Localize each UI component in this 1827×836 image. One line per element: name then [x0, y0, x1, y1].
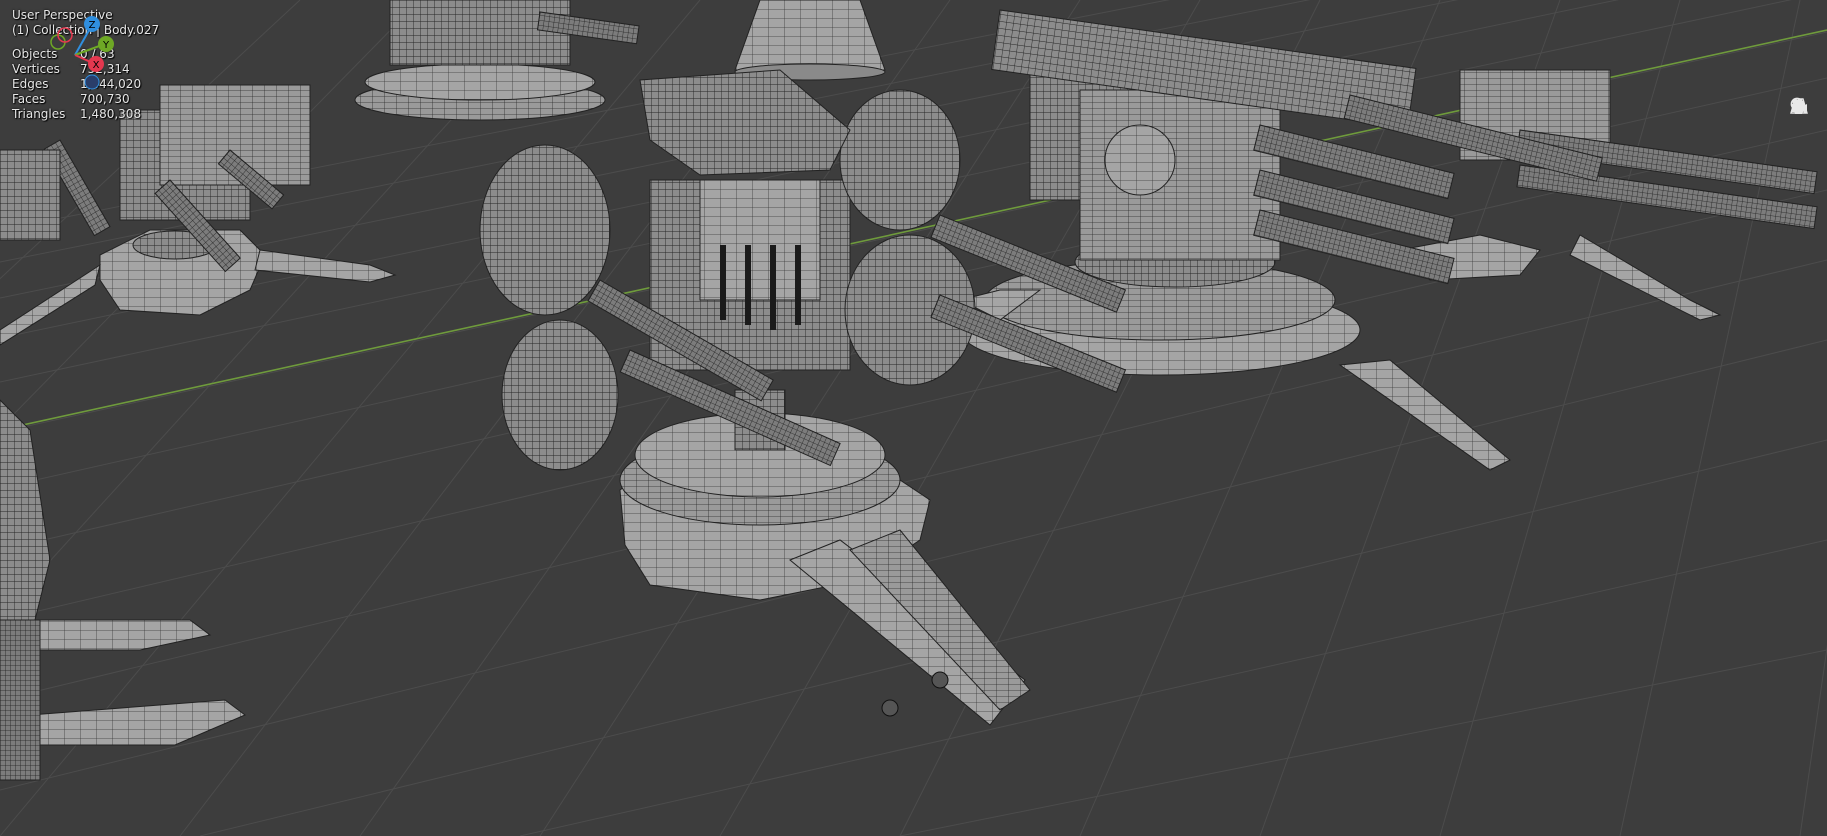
turret-left [0, 84, 397, 346]
turret-back-right-base [734, 0, 886, 81]
turret-front-main [479, 69, 1127, 726]
3d-viewport[interactable]: User Perspective (1) Collection | Body.0… [0, 0, 1827, 836]
camera-view-button[interactable] [1790, 99, 1816, 184]
pan-button[interactable] [1790, 98, 1816, 152]
viewport-canvas[interactable] [0, 0, 1827, 836]
gizmo-y-label: Y [102, 40, 110, 51]
viewport-nav-tools [1789, 96, 1817, 216]
turret-far-left [0, 399, 246, 781]
ortho-toggle-button[interactable] [1790, 98, 1816, 216]
turret-back-center [354, 0, 640, 121]
turret-right-back [1398, 69, 1818, 321]
grid-ortho-icon [1790, 98, 1808, 114]
stats-triangles: Triangles 1,480,308 [12, 107, 142, 121]
navigation-gizmo[interactable]: Z Y X [0, 0, 120, 100]
gizmo-neg-z-handle[interactable] [84, 74, 100, 90]
gizmo-z-label: Z [89, 20, 96, 31]
gizmo-x-label: X [93, 60, 100, 71]
